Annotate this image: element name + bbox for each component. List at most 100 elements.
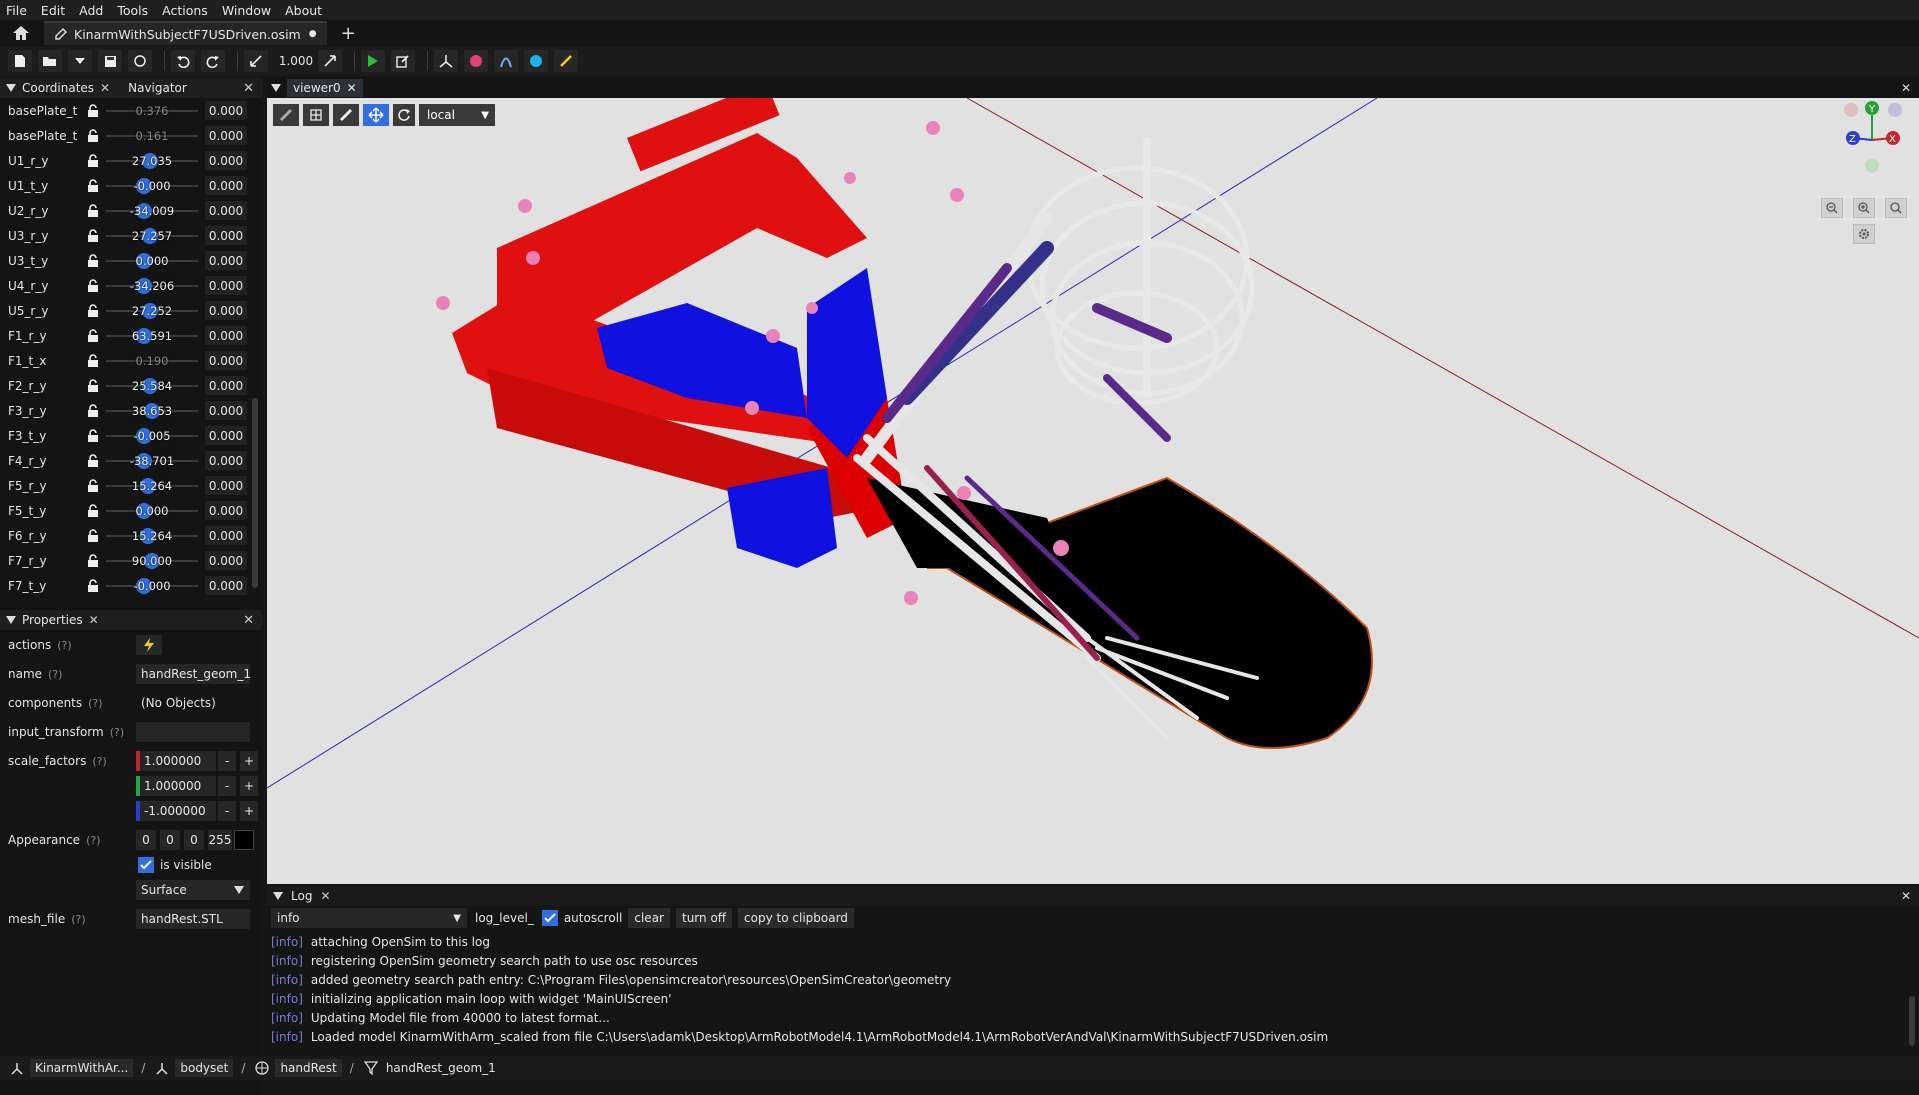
coordinate-slider[interactable]: 27.252 [106,302,198,319]
orientation-gizmo[interactable]: Y X Z [1837,98,1907,178]
coordinate-speed-input[interactable]: 0.000 [205,376,247,395]
coordinate-speed-input[interactable]: 0.000 [205,351,247,370]
menu-item-actions[interactable]: Actions [162,3,208,18]
coordinate-slider[interactable]: -0.000 [106,177,198,194]
lock-icon[interactable] [86,103,100,118]
3d-viewport[interactable]: local ▼ Y X Z [267,98,1919,884]
breadcrumb-model[interactable]: KinarmWithAr... [30,1059,134,1077]
shrink-scale-button[interactable] [244,50,268,72]
help-marker[interactable]: (?) [88,697,102,710]
lock-icon[interactable] [86,228,100,243]
lock-icon[interactable] [86,278,100,293]
coordinate-slider[interactable]: 15.264 [106,477,198,494]
help-marker[interactable]: (?) [71,913,85,926]
coordinate-speed-input[interactable]: 0.000 [205,551,247,570]
help-marker[interactable]: (?) [86,834,100,847]
axes-button[interactable] [434,50,458,72]
lock-icon[interactable] [86,303,100,318]
coordinate-speed-input[interactable]: 0.000 [205,126,247,145]
coordinate-speed-input[interactable]: 0.000 [205,226,247,245]
appearance-g-input[interactable]: 0 [160,830,180,850]
lock-icon[interactable] [86,328,100,343]
undo-button[interactable] [171,50,195,72]
menu-item-window[interactable]: Window [222,3,271,18]
is-visible-checkbox[interactable] [138,857,154,873]
menu-item-add[interactable]: Add [79,3,103,18]
coordinate-slider[interactable]: -38.701 [106,452,198,469]
coordinate-slider[interactable]: 27.035 [106,152,198,169]
breadcrumb-bodyset[interactable]: bodyset [175,1059,234,1077]
lock-icon[interactable] [86,253,100,268]
coordinate-speed-input[interactable]: 0.000 [205,326,247,345]
coordinate-slider[interactable]: 0.161 [106,129,198,143]
viewer-tab[interactable]: viewer0 ✕ [287,79,363,97]
scale-factor-input[interactable]: 1.000000 [136,776,216,796]
menu-item-about[interactable]: About [285,3,322,18]
coordinate-speed-input[interactable]: 0.000 [205,176,247,195]
menu-item-tools[interactable]: Tools [117,3,148,18]
turn-off-log-button[interactable]: turn off [675,908,733,928]
scale-factor-input[interactable]: 1.000000 [136,751,216,771]
coordinate-speed-input[interactable]: 0.000 [205,476,247,495]
decrement-button[interactable]: - [218,801,236,821]
appearance-b-input[interactable]: 0 [184,830,204,850]
coordinate-speed-input[interactable]: 0.000 [205,526,247,545]
lock-icon[interactable] [86,353,100,368]
wand-button[interactable] [554,50,578,72]
lock-icon[interactable] [86,128,100,143]
zoom-out-icon[interactable] [1821,198,1843,218]
lock-icon[interactable] [86,178,100,193]
lock-icon[interactable] [86,453,100,468]
coordinates-scrollbar[interactable] [252,398,258,588]
coordinate-speed-input[interactable]: 0.000 [205,401,247,420]
coordinate-slider[interactable]: 15.264 [106,527,198,544]
coordinate-slider[interactable]: -34.009 [106,202,198,219]
help-marker[interactable]: (?) [110,726,124,739]
zoom-fit-icon[interactable] [1885,198,1907,218]
lock-icon[interactable] [86,503,100,518]
close-panel-icon[interactable]: ✕ [1901,889,1911,903]
decrement-button[interactable]: - [218,776,236,796]
lock-icon[interactable] [86,553,100,568]
help-marker[interactable]: (?) [48,668,62,681]
representation-select[interactable]: Surface [136,880,250,900]
sphere-button[interactable] [524,50,548,72]
navigator-tab[interactable]: Navigator [128,81,187,95]
appearance-r-input[interactable]: 0 [136,830,156,850]
lock-icon[interactable] [86,478,100,493]
record-button[interactable] [464,50,488,72]
reload-button[interactable] [128,50,152,72]
copy-to-clipboard-button[interactable]: copy to clipboard [738,908,854,928]
collapse-icon[interactable] [271,84,281,92]
coordinate-speed-input[interactable]: 0.000 [205,426,247,445]
lock-icon[interactable] [86,528,100,543]
close-panel-icon[interactable]: ✕ [1901,81,1911,95]
close-icon[interactable]: ✕ [100,81,110,95]
clear-log-button[interactable]: clear [628,908,670,928]
model-tab[interactable]: KinarmWithSubjectF7USDriven.osim ● [44,21,327,45]
breadcrumb-body[interactable]: handRest [275,1059,342,1077]
coordinate-slider[interactable]: 25.584 [106,377,198,394]
coordinate-slider[interactable]: 63.591 [106,327,198,344]
lock-icon[interactable] [86,428,100,443]
autoscroll-checkbox[interactable] [541,910,558,926]
properties-tab[interactable]: Properties [22,613,83,627]
coordinate-slider[interactable]: -0.000 [106,577,198,594]
coordinate-slider[interactable]: -0.005 [106,427,198,444]
new-tab-button[interactable]: + [341,23,356,44]
appearance-a-input[interactable]: 255 [208,830,232,850]
actions-button[interactable] [136,635,162,655]
color-swatch[interactable] [234,830,254,850]
coordinate-speed-input[interactable]: 0.000 [205,501,247,520]
coordinate-slider[interactable]: 0.190 [106,354,198,368]
coordinate-speed-input[interactable]: 0.000 [205,301,247,320]
coordinate-speed-input[interactable]: 0.000 [205,151,247,170]
coordinates-tab[interactable]: Coordinates [22,81,94,95]
coordinate-slider[interactable]: 90.000 [106,552,198,569]
expand-scale-button[interactable] [318,50,342,72]
input-transform-field[interactable] [136,722,250,742]
coordinate-slider[interactable]: -34.206 [106,277,198,294]
lock-icon[interactable] [86,403,100,418]
increment-button[interactable]: + [240,776,258,796]
recent-files-dropdown[interactable] [68,50,92,72]
